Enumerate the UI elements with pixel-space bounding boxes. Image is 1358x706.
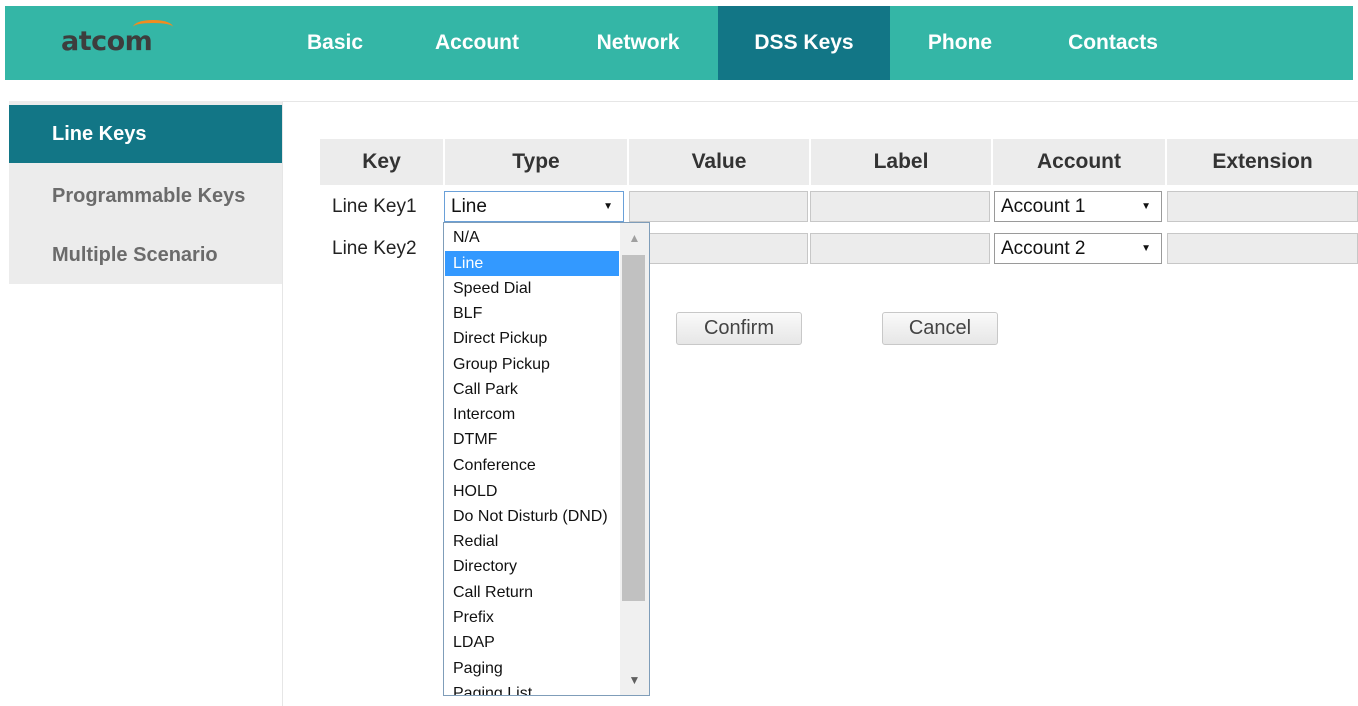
label-field[interactable]: [810, 191, 990, 222]
dropdown-option[interactable]: Directory: [445, 554, 619, 579]
tab-phone[interactable]: Phone: [910, 6, 1010, 80]
dropdown-option[interactable]: Group Pickup: [445, 352, 619, 377]
sidebar-item-programmable-keys[interactable]: Programmable Keys: [9, 167, 282, 225]
type-select[interactable]: Line ▼: [444, 191, 624, 222]
dropdown-option-selected[interactable]: Line: [445, 251, 619, 276]
dropdown-option[interactable]: DTMF: [445, 427, 619, 452]
account-select[interactable]: Account 1 ▼: [994, 191, 1162, 222]
caret-down-icon: ▼: [1141, 201, 1151, 212]
scroll-down-icon[interactable]: ▼: [620, 665, 649, 695]
content-border-top: [282, 101, 1358, 102]
row-key-label: Line Key1: [332, 196, 417, 217]
label-field[interactable]: [810, 233, 990, 264]
extension-field[interactable]: [1167, 233, 1358, 264]
column-header-type: Type: [445, 139, 627, 185]
column-header-extension: Extension: [1167, 139, 1358, 185]
atcom-logo: atcom: [61, 20, 173, 57]
tab-dss-keys[interactable]: DSS Keys: [718, 6, 890, 80]
logo-arc-icon: [133, 20, 173, 34]
dropdown-option[interactable]: Do Not Disturb (DND): [445, 504, 619, 529]
account-select-value: Account 2: [1001, 238, 1086, 259]
dropdown-option[interactable]: Intercom: [445, 402, 619, 427]
dropdown-option[interactable]: N/A: [445, 225, 619, 250]
column-header-label: Label: [811, 139, 991, 185]
column-header-key: Key: [320, 139, 443, 185]
dropdown-option[interactable]: Prefix: [445, 605, 619, 630]
dropdown-option[interactable]: Conference: [445, 453, 619, 478]
type-select-value: Line: [451, 196, 487, 217]
dropdown-option[interactable]: Paging List: [445, 681, 619, 695]
caret-down-icon: ▼: [1141, 243, 1151, 254]
dropdown-option[interactable]: BLF: [445, 301, 619, 326]
value-field[interactable]: [629, 233, 808, 264]
sidebar: Line Keys Programmable Keys Multiple Sce…: [9, 101, 282, 284]
tab-basic[interactable]: Basic: [295, 6, 375, 80]
cancel-button[interactable]: Cancel: [882, 312, 998, 345]
scrollbar-thumb[interactable]: [622, 255, 645, 601]
column-header-account: Account: [993, 139, 1165, 185]
top-navigation-bar: atcom Basic Account Network DSS Keys Pho…: [5, 6, 1353, 80]
row-key-label: Line Key2: [332, 238, 417, 259]
dropdown-option[interactable]: Call Park: [445, 377, 619, 402]
account-select-value: Account 1: [1001, 196, 1086, 217]
tab-account[interactable]: Account: [413, 6, 541, 80]
dropdown-option[interactable]: LDAP: [445, 630, 619, 655]
caret-down-icon: ▼: [603, 201, 613, 212]
dropdown-option[interactable]: Speed Dial: [445, 276, 619, 301]
sidebar-item-line-keys[interactable]: Line Keys: [9, 105, 282, 163]
value-field[interactable]: [629, 191, 808, 222]
dropdown-option[interactable]: HOLD: [445, 479, 619, 504]
dropdown-option[interactable]: Direct Pickup: [445, 326, 619, 351]
tab-contacts[interactable]: Contacts: [1045, 6, 1181, 80]
confirm-button[interactable]: Confirm: [676, 312, 802, 345]
account-select[interactable]: Account 2 ▼: [994, 233, 1162, 264]
dropdown-option[interactable]: Call Return: [445, 580, 619, 605]
type-dropdown-list[interactable]: N/A Line Speed Dial BLF Direct Pickup Gr…: [443, 222, 650, 696]
column-header-value: Value: [629, 139, 809, 185]
tab-network[interactable]: Network: [575, 6, 701, 80]
sidebar-item-multiple-scenario[interactable]: Multiple Scenario: [9, 226, 282, 284]
extension-field[interactable]: [1167, 191, 1358, 222]
content-border-left: [282, 101, 283, 706]
dropdown-option[interactable]: Paging: [445, 656, 619, 681]
dropdown-scrollbar[interactable]: ▲ ▼: [620, 223, 649, 695]
dropdown-option[interactable]: Redial: [445, 529, 619, 554]
scroll-up-icon[interactable]: ▲: [620, 223, 649, 253]
